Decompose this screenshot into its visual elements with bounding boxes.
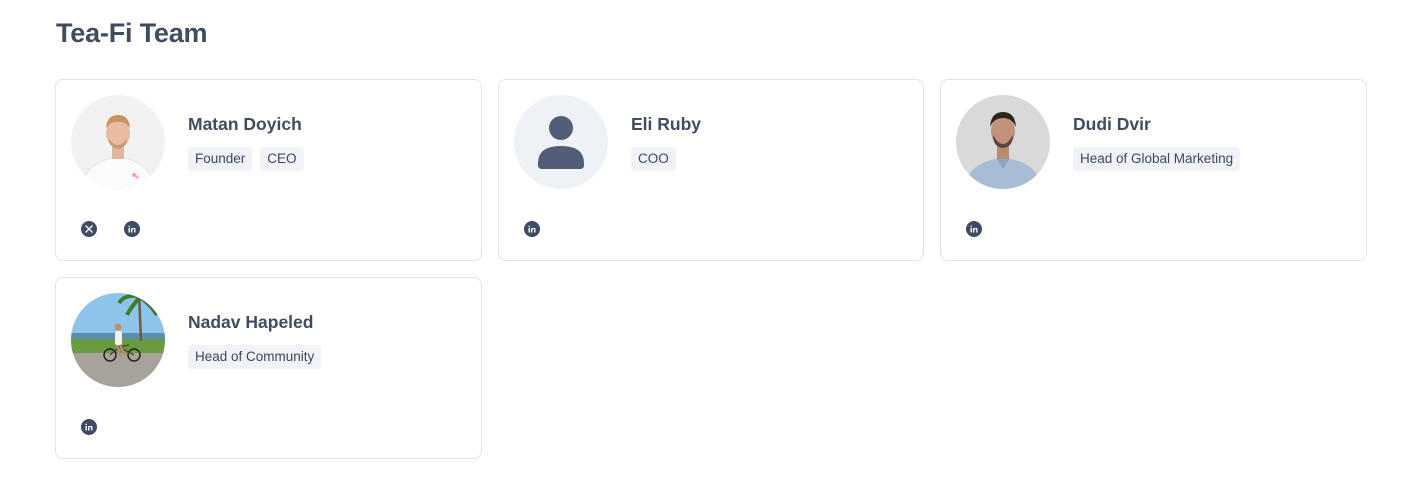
avatar-placeholder: [514, 95, 608, 189]
member-name: Matan Doyich: [188, 114, 302, 134]
role-badge: Head of Community: [188, 345, 322, 369]
role-badge: COO: [631, 147, 676, 171]
member-name: Eli Ruby: [631, 114, 702, 134]
role-badge: Head of Global Marketing: [1073, 147, 1241, 171]
social-links: [81, 419, 97, 435]
team-member-card: Eli Ruby COO: [498, 79, 924, 261]
social-links: [81, 221, 140, 237]
linkedin-icon[interactable]: [966, 221, 982, 237]
social-links: [966, 221, 982, 237]
linkedin-icon[interactable]: [81, 419, 97, 435]
role-badges: Head of Global Marketing: [1073, 147, 1241, 171]
team-member-card: Nadav Hapeled Head of Community: [55, 277, 482, 459]
user-placeholder-icon: [549, 116, 573, 140]
avatar-photo: [956, 95, 1050, 189]
page-title: Tea-Fi Team: [56, 18, 208, 48]
member-name: Nadav Hapeled: [188, 312, 314, 332]
social-links: [524, 221, 540, 237]
role-badges: Founder CEO: [188, 147, 304, 171]
avatar-photo: [71, 293, 165, 387]
role-badge: CEO: [260, 147, 304, 171]
linkedin-icon[interactable]: [124, 221, 140, 237]
team-member-card: Matan Doyich Founder CEO: [55, 79, 482, 261]
team-member-card: Dudi Dvir Head of Global Marketing: [940, 79, 1367, 261]
member-name: Dudi Dvir: [1073, 114, 1151, 134]
linkedin-icon[interactable]: [524, 221, 540, 237]
role-badges: COO: [631, 147, 676, 171]
role-badge: Founder: [188, 147, 253, 171]
role-badges: Head of Community: [188, 345, 322, 369]
avatar-photo: [71, 95, 165, 189]
x-twitter-icon[interactable]: [81, 221, 97, 237]
